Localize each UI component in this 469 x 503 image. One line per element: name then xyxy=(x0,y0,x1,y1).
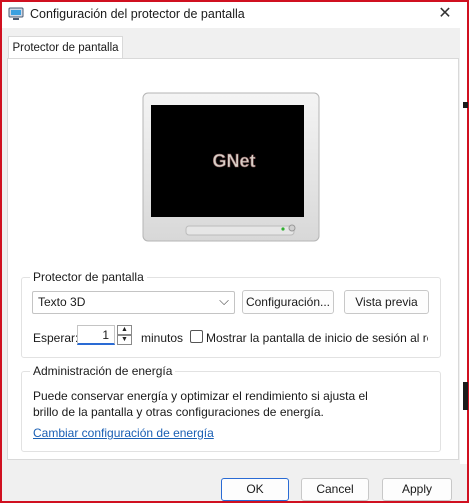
screensaver-select[interactable]: Texto 3D ⌵ xyxy=(32,291,235,314)
spin-down-icon[interactable]: ▼ xyxy=(117,335,132,345)
apply-button[interactable]: Apply xyxy=(382,478,452,501)
preview-button[interactable]: Vista previa xyxy=(344,290,429,314)
show-logon-checkbox[interactable] xyxy=(190,330,203,343)
edge-mark xyxy=(463,102,468,108)
monitor-preview: GNet xyxy=(142,92,320,242)
screensaver-app-icon xyxy=(8,7,24,20)
change-power-settings-link[interactable]: Cambiar configuración de energía xyxy=(33,426,214,440)
chevron-down-icon: ⌵ xyxy=(219,293,229,308)
power-knob-icon xyxy=(288,224,296,232)
edge-mark xyxy=(463,382,468,410)
wait-label: Esperar: xyxy=(33,331,79,345)
power-description: Puede conservar energía y optimizar el r… xyxy=(33,389,368,419)
window-title: Configuración del protector de pantalla xyxy=(30,7,245,21)
show-logon-label[interactable]: Mostrar la pantalla de inicio de sesión … xyxy=(206,331,428,345)
title-bar: Configuración del protector de pantalla … xyxy=(2,2,467,28)
wait-minutes-input[interactable]: 1 xyxy=(77,325,115,345)
screensaver-group-label: Protector de pantalla xyxy=(33,270,144,284)
close-icon[interactable]: ✕ xyxy=(432,3,458,25)
cancel-button[interactable]: Cancel xyxy=(301,478,369,501)
tab-screensaver[interactable]: Protector de pantalla xyxy=(8,36,123,59)
power-led-icon xyxy=(281,227,285,231)
ok-button[interactable]: OK xyxy=(221,478,289,501)
window-frame: Configuración del protector de pantalla … xyxy=(0,0,469,503)
power-group-label: Administración de energía xyxy=(33,364,173,378)
minutes-label: minutos xyxy=(141,331,184,345)
settings-button[interactable]: Configuración... xyxy=(242,290,334,314)
wait-minutes-value: 1 xyxy=(102,328,109,342)
preview-screen-text: GNet xyxy=(212,151,255,171)
spin-up-icon[interactable]: ▲ xyxy=(117,325,132,335)
screensaver-select-value: Texto 3D xyxy=(38,295,86,309)
